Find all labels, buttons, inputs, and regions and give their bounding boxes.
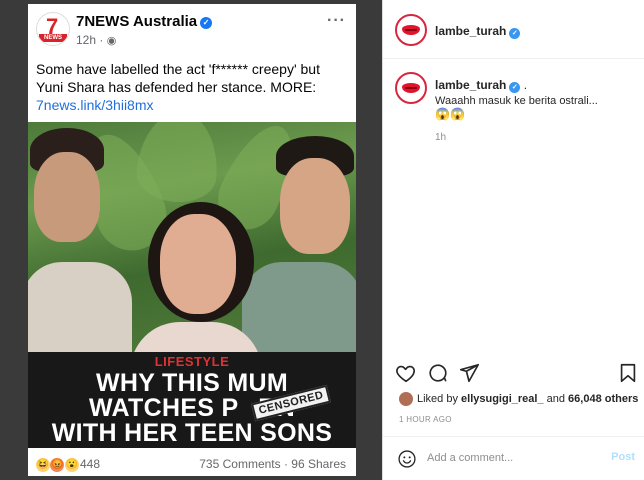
caption-username-text[interactable]: lambe_turah bbox=[435, 78, 506, 92]
comments-shares-count: 735 Comments · 96 Shares bbox=[199, 457, 346, 471]
instagram-side-panel: lambe_turah ✓ lambe_turah ✓ . Waaahh masuk… bbox=[382, 0, 644, 480]
person-right-face bbox=[280, 158, 350, 254]
person-left-face bbox=[34, 152, 100, 242]
caption-avatar[interactable] bbox=[395, 72, 427, 104]
author-username-text[interactable]: lambe_turah bbox=[435, 24, 506, 38]
logo-word: NEWS bbox=[39, 34, 67, 42]
share-icon[interactable] bbox=[458, 362, 480, 384]
verified-badge-icon: ✓ bbox=[200, 17, 213, 29]
comment-input[interactable] bbox=[427, 448, 597, 468]
liked-by-text: Liked by ellysugigi_real_ and 66,048 oth… bbox=[417, 393, 638, 405]
post-image-pane[interactable]: 7 NEWS 7NEWS Australia ✓ 12h · ◉ ··· Some… bbox=[0, 0, 382, 480]
headline-banner: LIFESTYLE WHY THIS MUM WATCHES PORN WITH… bbox=[28, 352, 356, 448]
wow-reaction-icon: 😮 bbox=[64, 458, 79, 472]
news-post-link: 7news.link/3hii8mx bbox=[36, 97, 154, 113]
person-middle-face bbox=[160, 214, 236, 314]
globe-icon: ◉ bbox=[106, 35, 117, 47]
person-right-body bbox=[242, 262, 356, 352]
bookmark-icon[interactable] bbox=[617, 362, 639, 384]
lips-logo-icon bbox=[402, 83, 420, 93]
verified-badge-icon: ✓ bbox=[509, 82, 521, 93]
caption-emoji: 😱😱 bbox=[435, 107, 465, 121]
seven-news-logo: 7 NEWS bbox=[36, 12, 70, 46]
post-time-ago[interactable]: 1 HOUR AGO bbox=[399, 415, 452, 424]
haha-reaction-icon: 😆 bbox=[36, 458, 50, 472]
action-bar bbox=[383, 362, 644, 388]
person-left-body bbox=[28, 262, 132, 352]
news-post-footer: 😆 😡 😮 448 735 Comments · 96 Shares bbox=[28, 452, 356, 476]
news-photo bbox=[28, 122, 356, 352]
caption-username-suffix: . bbox=[520, 78, 528, 92]
lips-logo-icon bbox=[402, 25, 420, 35]
liked-by-user[interactable]: ellysugigi_real_ bbox=[461, 393, 544, 405]
likes-count[interactable]: 66,048 others bbox=[568, 393, 638, 405]
news-page-name-text: 7NEWS Australia bbox=[76, 13, 198, 30]
comment-icon[interactable] bbox=[427, 362, 449, 384]
news-time-text: 12h · bbox=[76, 33, 107, 47]
headline-line-3: WITH HER TEEN SONS bbox=[51, 419, 333, 447]
headline-line-2-start: WATCHES P bbox=[89, 394, 239, 422]
news-screenshot: 7 NEWS 7NEWS Australia ✓ 12h · ◉ ··· Some… bbox=[28, 4, 356, 476]
news-post-time: 12h · ◉ bbox=[76, 33, 116, 47]
more-options-icon: ··· bbox=[327, 12, 346, 29]
news-post-text: Some have labelled the act 'f****** cree… bbox=[36, 61, 320, 95]
author-avatar[interactable] bbox=[395, 14, 427, 46]
news-page-name: 7NEWS Australia ✓ bbox=[76, 13, 213, 30]
header-divider bbox=[383, 58, 644, 59]
reaction-icons: 😆 😡 😮 bbox=[36, 456, 79, 472]
liked-by-middle: and bbox=[543, 393, 569, 405]
heart-icon[interactable] bbox=[395, 362, 417, 384]
caption-time: 1h bbox=[435, 132, 447, 143]
smile-icon[interactable] bbox=[397, 449, 417, 469]
comment-bar: Post bbox=[383, 436, 644, 480]
caption-text: Waaahh masuk ke berita ostrali... bbox=[435, 95, 598, 107]
angry-reaction-icon: 😡 bbox=[50, 458, 65, 472]
reaction-count: 448 bbox=[80, 457, 101, 471]
caption-username[interactable]: lambe_turah ✓ . bbox=[435, 78, 527, 93]
post-comment-button[interactable]: Post bbox=[611, 451, 635, 463]
verified-badge-icon: ✓ bbox=[509, 28, 521, 39]
liked-by-prefix: Liked by bbox=[417, 393, 462, 405]
liked-by-avatar[interactable] bbox=[399, 392, 413, 406]
fern-leaf-decoration bbox=[134, 122, 222, 206]
banner-category: LIFESTYLE bbox=[154, 354, 230, 369]
news-post-header: 7 NEWS 7NEWS Australia ✓ 12h · ◉ ··· bbox=[28, 4, 356, 54]
author-username[interactable]: lambe_turah ✓ bbox=[435, 24, 521, 39]
